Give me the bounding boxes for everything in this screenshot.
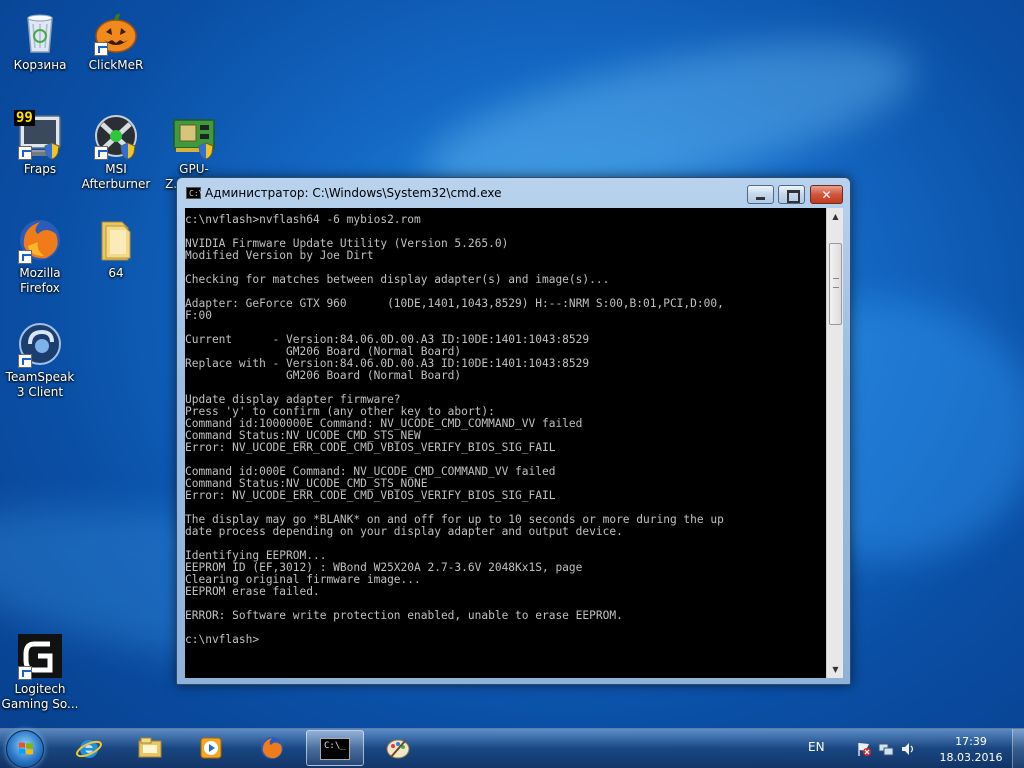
taskbar-item-internet-explorer[interactable] (60, 730, 118, 766)
taskbar-item-media-player[interactable] (182, 730, 240, 766)
desktop-icon-label: MSI Afterburner (81, 162, 151, 191)
file-explorer-icon (138, 737, 162, 758)
taskbar-item-paint[interactable] (369, 730, 427, 766)
desktop-icon-logitech[interactable]: Logitech Gaming So... (0, 632, 80, 712)
desktop-icon-label: Logitech Gaming So... (1, 682, 79, 711)
folder-icon (92, 216, 140, 264)
show-desktop-button[interactable] (1012, 729, 1024, 768)
clock-date: 18.03.2016 (939, 751, 1003, 764)
scroll-down-arrow-icon[interactable]: ▼ (827, 661, 844, 678)
language-indicator[interactable]: EN (808, 740, 825, 754)
action-center-flag-icon[interactable] (856, 741, 872, 757)
shortcut-arrow-icon (18, 250, 32, 264)
desktop-icon-label: Корзина (13, 58, 67, 72)
system-tray (856, 741, 916, 757)
windows-logo-icon (19, 742, 33, 755)
uac-shield-icon (44, 142, 60, 160)
desktop-icon-label: TeamSpeak 3 Client (5, 370, 75, 399)
firefox-icon (261, 737, 283, 759)
shortcut-arrow-icon (18, 146, 32, 160)
desktop-icon-firefox[interactable]: Mozilla Firefox (0, 216, 80, 296)
console-text: c:\nvflash>nvflash64 -6 mybios2.rom NVID… (185, 213, 724, 646)
fraps-badge: 99 (14, 110, 35, 126)
msi-afterburner-icon (92, 112, 140, 160)
clock-time: 17:39 (955, 735, 987, 748)
close-button[interactable] (810, 185, 843, 204)
logitech-g-icon (16, 632, 64, 680)
console-output[interactable]: c:\nvflash>nvflash64 -6 mybios2.rom NVID… (185, 208, 826, 678)
maximize-button[interactable] (778, 185, 805, 204)
pumpkin-icon (92, 8, 140, 56)
network-icon[interactable] (878, 741, 894, 757)
desktop-icon-msi-afterburner[interactable]: MSI Afterburner (76, 112, 156, 192)
scroll-up-arrow-icon[interactable]: ▲ (827, 208, 844, 225)
teamspeak-icon (16, 320, 64, 368)
taskbar-item-cmd[interactable]: C:\_ (306, 730, 364, 766)
desktop-icon-clickmer[interactable]: ClickMeR (76, 8, 156, 73)
desktop-icon-label: Mozilla Firefox (19, 266, 61, 295)
window-title: Администратор: C:\Windows\System32\cmd.e… (205, 186, 502, 200)
cmd-window[interactable]: C:\_ Администратор: C:\Windows\System32\… (176, 177, 851, 685)
desktop-icon-label: ClickMeR (88, 58, 144, 72)
paint-icon (386, 739, 410, 759)
taskbar-item-file-explorer[interactable] (121, 730, 179, 766)
shortcut-arrow-icon (94, 42, 108, 56)
taskbar-clock[interactable]: 17:39 18.03.2016 (936, 734, 1006, 766)
desktop-icon-label: 64 (108, 266, 124, 280)
scroll-thumb[interactable] (829, 243, 842, 325)
recycle-bin-icon (16, 8, 64, 56)
desktop-icon-teamspeak[interactable]: TeamSpeak 3 Client (0, 320, 80, 400)
cmd-icon: C:\_ (320, 738, 350, 760)
taskbar-item-firefox[interactable] (243, 730, 301, 766)
vertical-scrollbar[interactable]: ▲ ▼ (826, 208, 843, 678)
start-button[interactable] (6, 730, 44, 768)
volume-icon[interactable] (900, 741, 916, 757)
uac-shield-icon (198, 142, 214, 160)
internet-explorer-icon (76, 740, 102, 758)
shortcut-arrow-icon (94, 146, 108, 160)
desktop-icon-recycle-bin[interactable]: Корзина (0, 8, 80, 73)
cmd-window-icon: C:\_ (186, 187, 208, 199)
shortcut-arrow-icon (18, 354, 32, 368)
shortcut-arrow-icon (18, 666, 32, 680)
media-player-icon (200, 737, 222, 759)
minimize-button[interactable] (747, 185, 774, 204)
window-titlebar[interactable]: C:\_ Администратор: C:\Windows\System32\… (177, 178, 850, 208)
uac-shield-icon (120, 142, 136, 160)
gpuz-icon (170, 112, 218, 160)
firefox-icon (16, 216, 64, 264)
fraps-icon: 99 (14, 110, 64, 160)
desktop-icon-folder-64[interactable]: 64 (76, 216, 156, 281)
desktop-icon-fraps[interactable]: 99 Fraps (0, 110, 80, 177)
desktop-icon-label: Fraps (23, 162, 57, 176)
